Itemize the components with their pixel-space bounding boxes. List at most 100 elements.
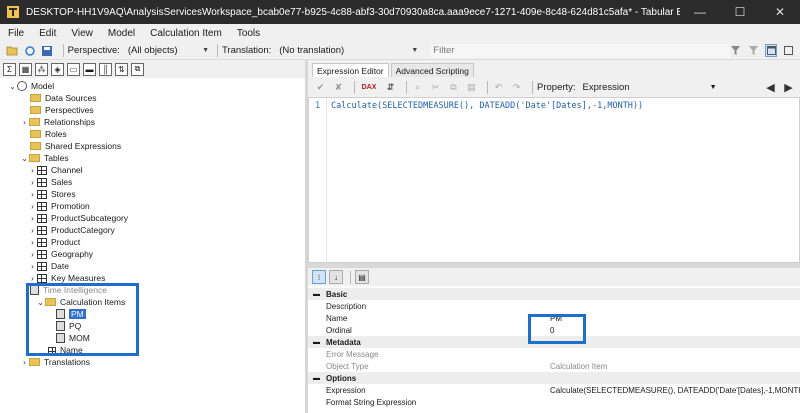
copy-icon[interactable]: ⧉ <box>447 81 460 94</box>
tree-node-table[interactable]: › Date <box>28 260 69 272</box>
expand-icon[interactable]: › <box>28 238 37 247</box>
translation-dropdown[interactable]: (No translation) ▼ <box>275 44 422 58</box>
panel-icon[interactable] <box>782 44 795 57</box>
expand-icon[interactable]: › <box>28 202 37 211</box>
property-row-object-type[interactable]: Object Type Calculation Item <box>308 360 800 372</box>
save-icon[interactable] <box>41 44 54 57</box>
expand-icon[interactable]: › <box>28 226 37 235</box>
menu-file[interactable]: File <box>8 28 24 39</box>
tree-node-table[interactable]: › ProductSubcategory <box>28 212 128 224</box>
minimize-button[interactable]: — <box>680 0 720 24</box>
collapse-icon[interactable]: ▬ <box>313 375 320 382</box>
property-dropdown[interactable]: Expression ▼ <box>580 80 720 94</box>
layout-icon[interactable] <box>764 44 778 57</box>
refresh-icon[interactable] <box>24 44 37 57</box>
tree-node-table[interactable]: › Geography <box>28 248 93 260</box>
window-icon[interactable]: ▬ <box>83 62 96 76</box>
property-value[interactable]: Calculate(SELECTEDMEASURE(), DATEADD('Da… <box>550 386 800 395</box>
check-icon[interactable]: ✔ <box>314 81 327 94</box>
undo-icon[interactable]: ↶ <box>492 81 505 94</box>
tree-node-relationships[interactable]: › Relationships <box>20 116 95 128</box>
property-row-expression[interactable]: Expression Calculate(SELECTEDMEASURE(), D… <box>308 384 800 396</box>
expression-editor[interactable]: 1 Calculate(SELECTEDMEASURE(), DATEADD('… <box>308 97 800 263</box>
menu-view[interactable]: View <box>71 28 93 39</box>
tree-node-data-sources[interactable]: Data Sources <box>30 92 97 104</box>
tree-node-shared-expressions[interactable]: Shared Expressions <box>30 140 121 152</box>
hierarchy-icon[interactable]: ⁂ <box>35 62 48 76</box>
collapse-icon[interactable]: ▬ <box>313 291 320 298</box>
forward-icon[interactable]: ▶ <box>782 81 795 94</box>
expand-icon[interactable]: › <box>20 358 29 367</box>
close-button[interactable]: ✕ <box>760 0 800 24</box>
tree-node-table[interactable]: › Sales <box>28 176 72 188</box>
menu-edit[interactable]: Edit <box>39 28 56 39</box>
dax-expression-code[interactable]: Calculate(SELECTEDMEASURE(), DATEADD('Da… <box>331 101 643 111</box>
tree-node-table[interactable]: › Stores <box>28 188 75 200</box>
table-view-icon[interactable]: ▦ <box>19 62 32 76</box>
property-grid: ▬ Basic Description Name PM Ordinal 0 ▬ Meta… <box>308 286 800 413</box>
expand-icon[interactable]: › <box>20 118 29 127</box>
title-bar: DESKTOP-HH1V9AQ\AnalysisServicesWorkspac… <box>0 0 800 24</box>
expand-icon[interactable]: › <box>28 214 37 223</box>
table-icon <box>37 213 47 223</box>
property-name: Ordinal <box>326 325 352 335</box>
funnel-clear-icon[interactable] <box>747 44 760 57</box>
expand-icon[interactable]: › <box>28 178 37 187</box>
property-row-error-message[interactable]: Error Message <box>308 348 800 360</box>
tab-expression-editor[interactable]: Expression Editor <box>312 63 389 77</box>
toolbar-separator <box>350 270 351 284</box>
tree-node-table[interactable]: › Promotion <box>28 200 90 212</box>
expand-icon[interactable]: › <box>28 262 37 271</box>
table-icon <box>37 165 47 175</box>
open-icon[interactable] <box>6 44 19 57</box>
redo-icon[interactable]: ↷ <box>510 81 523 94</box>
tree-node-model[interactable]: ⌄ Model <box>8 80 54 92</box>
category-options[interactable]: ▬ Options <box>308 372 800 384</box>
window-title: DESKTOP-HH1V9AQ\AnalysisServicesWorkspac… <box>26 6 680 18</box>
cube-icon[interactable]: ◈ <box>51 62 64 76</box>
columns-icon[interactable]: ║ <box>99 62 112 76</box>
monitor-icon[interactable]: ▭ <box>67 62 80 76</box>
tree-node-table[interactable]: › ProductCategory <box>28 224 115 236</box>
sigma-icon[interactable]: Σ <box>3 62 16 76</box>
tree-node-tables[interactable]: ⌄ Tables <box>20 152 69 164</box>
tree-label: Tables <box>44 153 69 163</box>
funnel-icon[interactable] <box>730 44 743 57</box>
property-pages-icon[interactable]: ▤ <box>355 270 369 284</box>
tab-advanced-scripting[interactable]: Advanced Scripting <box>390 63 474 77</box>
property-row-description[interactable]: Description <box>308 300 800 312</box>
cancel-icon[interactable]: ✘ <box>332 81 345 94</box>
collapse-icon[interactable]: ▬ <box>313 339 320 346</box>
copy-icon[interactable]: ⧉ <box>131 62 144 76</box>
expand-icon[interactable]: › <box>28 190 37 199</box>
highlight-box-ordinal <box>528 314 586 344</box>
perspective-dropdown[interactable]: (All objects) ▼ <box>124 44 213 58</box>
collapse-icon[interactable]: ⌄ <box>8 82 17 91</box>
tree-node-table[interactable]: › Channel <box>28 164 83 176</box>
dependencies-icon[interactable]: ⇵ <box>384 81 397 94</box>
property-row-format-string[interactable]: Format String Expression <box>308 396 800 408</box>
find-icon[interactable]: ⌕ <box>411 81 424 94</box>
menu-model[interactable]: Model <box>108 28 135 39</box>
back-icon[interactable]: ◀ <box>764 81 777 94</box>
tree-node-translations[interactable]: › Translations <box>20 356 90 368</box>
tree-node-perspectives[interactable]: Perspectives <box>30 104 94 116</box>
categorized-icon[interactable]: ⁝ <box>312 270 326 284</box>
category-basic[interactable]: ▬ Basic <box>308 288 800 300</box>
menu-tools[interactable]: Tools <box>237 28 260 39</box>
dax-format-icon[interactable]: DAX <box>359 81 379 94</box>
alphabetical-icon[interactable]: ↓ <box>329 270 343 284</box>
expand-icon[interactable]: › <box>28 166 37 175</box>
menu-calculation-item[interactable]: Calculation Item <box>150 28 222 39</box>
tree-node-table[interactable]: › Product <box>28 236 80 248</box>
paste-icon[interactable]: ▤ <box>465 81 478 94</box>
sort-icon[interactable]: ⇅ <box>115 62 128 76</box>
expand-icon[interactable]: › <box>28 274 37 283</box>
collapse-icon[interactable]: ⌄ <box>20 154 29 163</box>
expand-icon[interactable]: › <box>28 250 37 259</box>
property-name: Format String Expression <box>326 397 417 407</box>
tree-node-roles[interactable]: Roles <box>30 128 67 140</box>
maximize-button[interactable]: ☐ <box>720 0 760 24</box>
filter-input[interactable]: Filter <box>430 43 730 58</box>
cut-icon[interactable]: ✂ <box>429 81 442 94</box>
